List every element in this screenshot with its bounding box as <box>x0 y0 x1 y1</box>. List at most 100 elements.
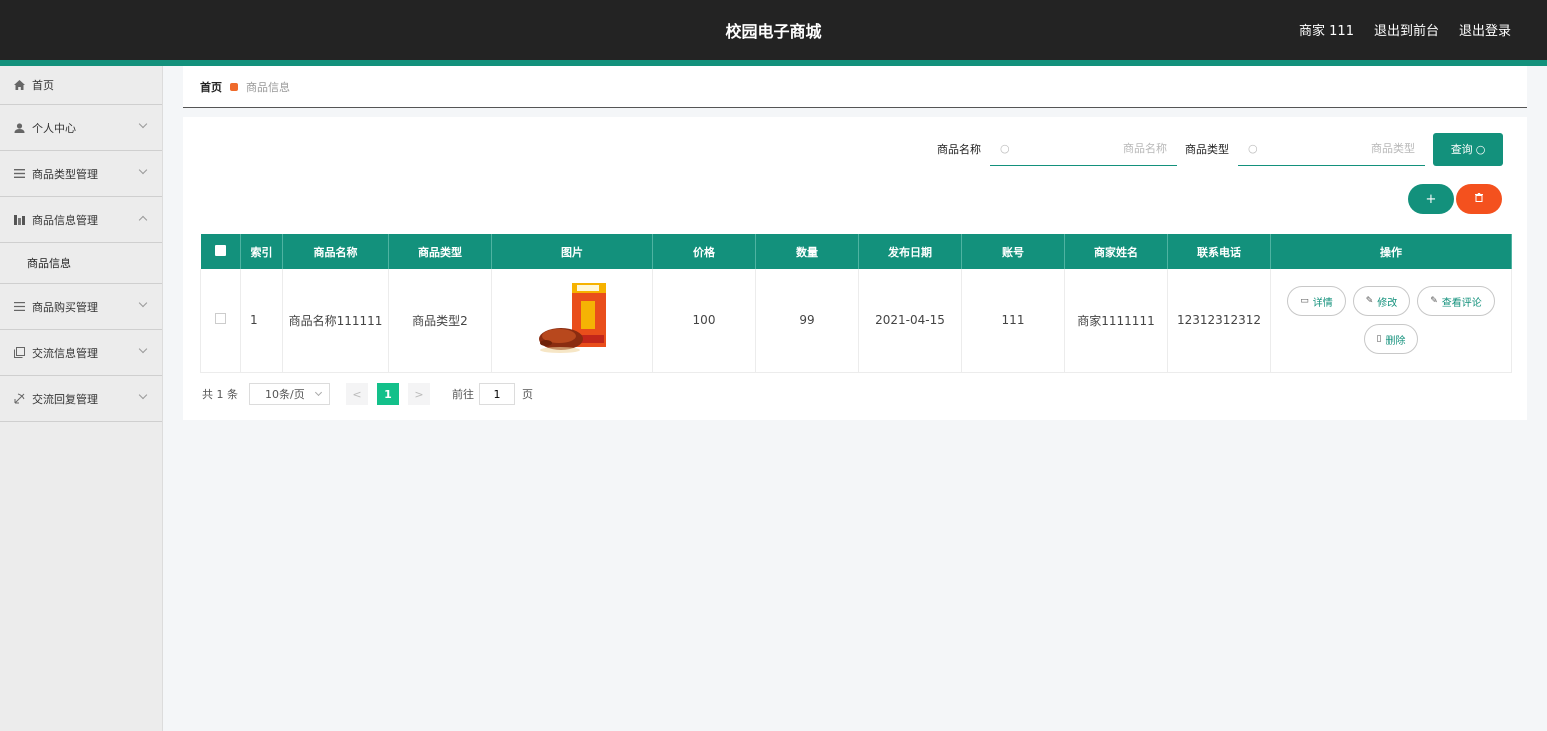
cell-date: 2021-04-15 <box>858 269 962 373</box>
product-name-field: ○ <box>990 132 1177 166</box>
next-page-button[interactable]: > <box>408 383 430 405</box>
view-comments-button[interactable]: ✎ 查看评论 <box>1417 286 1495 317</box>
product-name-input[interactable] <box>1014 142 1167 155</box>
logout-link[interactable]: 退出登录 <box>1459 20 1511 39</box>
cell-image <box>491 269 653 373</box>
batch-delete-button[interactable] <box>1456 184 1502 214</box>
cell-index: 1 <box>240 269 283 373</box>
sidebar-item-label: 交流回复管理 <box>32 392 98 406</box>
chevron-down-icon <box>138 119 148 129</box>
current-user: 商家 111 <box>1299 24 1354 39</box>
search-icon: ○ <box>1475 142 1486 156</box>
product-type-input[interactable] <box>1262 142 1415 155</box>
sidebar-item-label: 首页 <box>32 79 54 92</box>
column-header: 图片 <box>491 234 653 269</box>
product-table: 索引 商品名称 商品类型 图片 价格 数量 发布日期 账号 商家姓名 联系电话 … <box>200 234 1512 373</box>
reply-icon <box>13 393 25 405</box>
sidebar-item-exchange-reply[interactable]: 交流回复管理 <box>0 376 162 422</box>
edit-icon: ✎ <box>1365 296 1374 307</box>
search-bar: 商品名称 ○ 商品类型 ○ 查询 ○ <box>937 132 1503 166</box>
sidebar-item-exchange-info[interactable]: 交流信息管理 <box>0 330 162 376</box>
search-icon: ○ <box>1000 142 1010 155</box>
user-icon <box>13 122 25 134</box>
add-button[interactable]: + <box>1408 184 1454 214</box>
view-comments-button-label: 查看评论 <box>1441 297 1482 309</box>
chevron-down-icon <box>138 390 148 400</box>
page-size-value: 10条/页 <box>265 388 305 401</box>
column-header: 操作 <box>1270 234 1512 269</box>
breadcrumb-current: 商品信息 <box>246 80 290 94</box>
chart-icon <box>13 214 25 226</box>
document-icon: ▭ <box>1300 296 1309 307</box>
sidebar-item-label: 商品信息管理 <box>32 213 98 227</box>
detail-button-label: 详情 <box>1312 297 1333 309</box>
breadcrumb: 首页 商品信息 <box>183 66 1527 108</box>
sidebar-item-label: 个人中心 <box>32 121 76 135</box>
query-button[interactable]: 查询 ○ <box>1433 132 1503 166</box>
product-name-label: 商品名称 <box>937 143 981 156</box>
cell-quantity: 99 <box>755 269 859 373</box>
page-unit-label: 页 <box>522 388 533 401</box>
goto-page-input[interactable] <box>479 383 515 405</box>
breadcrumb-home[interactable]: 首页 <box>200 79 222 95</box>
sidebar-item-label: 商品类型管理 <box>32 167 98 181</box>
chevron-up-icon <box>138 215 148 225</box>
column-header: 索引 <box>240 234 283 269</box>
sidebar-subitem-product-info[interactable]: 商品信息 <box>0 243 162 284</box>
page-number-current[interactable]: 1 <box>377 383 399 405</box>
list-icon <box>13 168 25 180</box>
pagination: 共 1 条 10条/页 < 1 > 前往 页 <box>202 383 533 405</box>
cell-price: 100 <box>652 269 756 373</box>
column-header: 发布日期 <box>858 234 962 269</box>
row-actions: ▭ 详情 ✎ 修改 ✎ 查看评论 ▯ 删除 <box>1271 286 1511 355</box>
table-header-row: 索引 商品名称 商品类型 图片 价格 数量 发布日期 账号 商家姓名 联系电话 … <box>200 234 1512 269</box>
sidebar-item-label: 交流信息管理 <box>32 346 98 360</box>
sidebar-item-home[interactable]: 首页 <box>0 66 162 105</box>
select-all-checkbox[interactable] <box>200 234 241 269</box>
table-row: 1 商品名称111111 商品类型2 100 99 2021-04-15 111… <box>200 269 1512 373</box>
column-header: 商家姓名 <box>1064 234 1168 269</box>
edit-button-label: 修改 <box>1377 297 1398 309</box>
cell-phone: 12312312312 <box>1167 269 1271 373</box>
trash-icon <box>1475 193 1483 205</box>
sidebar: 首页 个人中心 商品类型管理 商品信息管理 商品信息 商品购买管理 交流信息管理 <box>0 66 163 731</box>
delete-button[interactable]: ▯ 删除 <box>1363 324 1419 355</box>
cell-merchant: 商家1111111 <box>1064 269 1168 373</box>
sidebar-item-product-info[interactable]: 商品信息管理 <box>0 197 162 243</box>
query-button-label: 查询 <box>1450 143 1473 156</box>
sidebar-item-product-type[interactable]: 商品类型管理 <box>0 151 162 197</box>
top-header: 校园电子商城 商家 111 退出到前台 退出登录 <box>0 0 1547 60</box>
header-actions: 商家 111 退出到前台 退出登录 <box>1299 20 1511 39</box>
chevron-down-icon <box>138 298 148 308</box>
edit-button[interactable]: ✎ 修改 <box>1352 286 1411 317</box>
cell-name: 商品名称111111 <box>282 269 389 373</box>
column-header: 账号 <box>961 234 1065 269</box>
back-to-front-link[interactable]: 退出到前台 <box>1374 20 1439 39</box>
detail-button[interactable]: ▭ 详情 <box>1287 286 1346 317</box>
home-icon <box>13 79 25 91</box>
sidebar-item-purchase[interactable]: 商品购买管理 <box>0 284 162 330</box>
product-type-label: 商品类型 <box>1185 143 1229 156</box>
delete-button-label: 删除 <box>1385 335 1406 347</box>
product-image[interactable] <box>533 281 611 359</box>
sidebar-item-label: 商品购买管理 <box>32 300 98 314</box>
copy-icon <box>13 347 25 359</box>
edit-icon: ✎ <box>1430 296 1438 307</box>
pagination-total: 共 1 条 <box>202 388 238 401</box>
column-header: 数量 <box>755 234 859 269</box>
breadcrumb-separator-icon <box>230 82 238 91</box>
menu-icon <box>13 301 25 313</box>
sidebar-item-personal-center[interactable]: 个人中心 <box>0 105 162 151</box>
goto-label: 前往 <box>452 388 474 401</box>
product-type-field: ○ <box>1238 132 1425 166</box>
cell-actions: ▭ 详情 ✎ 修改 ✎ 查看评论 ▯ 删除 <box>1270 269 1512 373</box>
chevron-down-icon <box>138 344 148 354</box>
cell-account: 111 <box>961 269 1065 373</box>
row-checkbox[interactable] <box>200 269 241 373</box>
chevron-down-icon <box>314 388 323 397</box>
page-size-select[interactable]: 10条/页 <box>249 383 330 405</box>
cell-type: 商品类型2 <box>388 269 492 373</box>
trash-icon: ▯ <box>1376 334 1382 345</box>
column-header: 商品类型 <box>388 234 492 269</box>
prev-page-button[interactable]: < <box>346 383 368 405</box>
